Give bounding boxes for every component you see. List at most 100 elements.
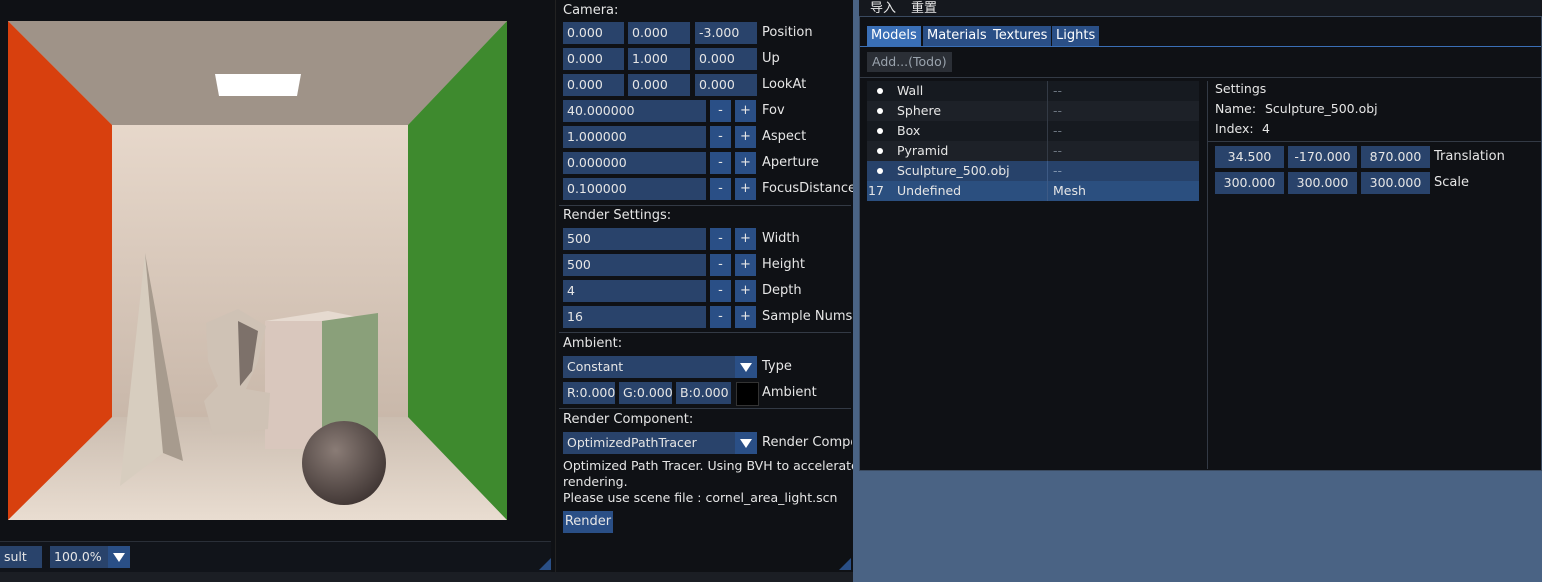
list-item[interactable]: Wall -- [867, 81, 1199, 101]
scene-window: Models Materials Textures Lights Add...(… [859, 16, 1542, 471]
ambient-color-swatch[interactable] [736, 382, 759, 406]
aspect-plus-button[interactable]: + [735, 126, 756, 148]
position-z-field[interactable]: -3.000 [695, 22, 757, 44]
bullet-icon [877, 128, 883, 134]
resize-grip-icon[interactable] [839, 558, 851, 570]
width-field[interactable]: 500 [563, 228, 706, 250]
render-component-select[interactable]: OptimizedPathTracer [563, 432, 735, 454]
lookat-x-field[interactable]: 0.000 [563, 74, 624, 96]
scale-z-field[interactable]: 300.000 [1361, 172, 1430, 194]
name-value: Sculpture_500.obj [1265, 101, 1378, 116]
position-x-field[interactable]: 0.000 [563, 22, 624, 44]
depth-field[interactable]: 4 [563, 280, 706, 302]
ambient-type-label: Type [762, 359, 792, 374]
lookat-z-field[interactable]: 0.000 [695, 74, 757, 96]
model-name: Box [897, 123, 921, 138]
aspect-field[interactable]: 1.000000 [563, 126, 706, 148]
list-item[interactable]: Sphere -- [867, 101, 1199, 121]
resize-grip-icon[interactable] [539, 558, 551, 570]
ambient-g-field[interactable]: G:0.000 [619, 382, 672, 404]
display-mode-field[interactable]: sult [0, 546, 42, 568]
width-minus-button[interactable]: - [710, 228, 731, 250]
aperture-plus-button[interactable]: + [735, 152, 756, 174]
render-button[interactable]: Render [563, 511, 613, 533]
render-component-dropdown-button[interactable] [735, 432, 757, 454]
ambient-type-dropdown-button[interactable] [735, 356, 757, 378]
depth-plus-button[interactable]: + [735, 280, 756, 302]
chevron-down-icon [113, 553, 125, 562]
fov-label: Fov [762, 103, 785, 118]
focus-plus-button[interactable]: + [735, 178, 756, 200]
bullet-icon [877, 88, 883, 94]
zoom-dropdown-button[interactable] [108, 546, 130, 568]
model-type: -- [1053, 163, 1063, 178]
divider [1208, 141, 1541, 142]
bullet-icon [877, 108, 883, 114]
list-item[interactable]: Box -- [867, 121, 1199, 141]
focus-minus-button[interactable]: - [710, 178, 731, 200]
list-item-selected[interactable]: Sculpture_500.obj -- [867, 161, 1199, 181]
add-model-button[interactable]: Add...(Todo) [867, 52, 952, 72]
model-type: -- [1053, 143, 1063, 158]
model-index: 17 [868, 183, 884, 198]
render-result-image [8, 21, 507, 520]
scale-label: Scale [1434, 175, 1469, 190]
list-item[interactable]: 17 Undefined Mesh [867, 181, 1199, 201]
up-y-field[interactable]: 1.000 [628, 48, 690, 70]
render-settings-header: Render Settings: [563, 208, 672, 223]
reset-menu[interactable]: 重置 [911, 0, 937, 16]
translation-y-field[interactable]: -170.000 [1288, 146, 1357, 168]
translation-label: Translation [1434, 149, 1505, 164]
fov-field[interactable]: 40.000000 [563, 100, 706, 122]
zoom-field[interactable]: 100.0% [50, 546, 110, 568]
model-name: Undefined [897, 183, 962, 198]
lookat-y-field[interactable]: 0.000 [628, 74, 690, 96]
height-field[interactable]: 500 [563, 254, 706, 276]
ambient-b-field[interactable]: B:0.000 [676, 382, 731, 404]
fov-plus-button[interactable]: + [735, 100, 756, 122]
sample-plus-button[interactable]: + [735, 306, 756, 328]
tab-materials[interactable]: Materials [923, 26, 991, 46]
ambient-header: Ambient: [563, 336, 623, 351]
column-divider [1047, 101, 1048, 121]
translation-z-field[interactable]: 870.000 [1361, 146, 1430, 168]
height-minus-button[interactable]: - [710, 254, 731, 276]
tab-lights[interactable]: Lights [1052, 26, 1100, 46]
tab-textures[interactable]: Textures [989, 26, 1052, 46]
status-strip [0, 572, 853, 582]
up-z-field[interactable]: 0.000 [695, 48, 757, 70]
import-menu[interactable]: 导入 [870, 0, 896, 16]
width-plus-button[interactable]: + [735, 228, 756, 250]
tab-models[interactable]: Models [867, 26, 921, 46]
ambient-type-select[interactable]: Constant [563, 356, 735, 378]
list-item[interactable]: Pyramid -- [867, 141, 1199, 161]
camera-header: Camera: [563, 3, 619, 18]
aperture-minus-button[interactable]: - [710, 152, 731, 174]
focus-distance-field[interactable]: 0.100000 [563, 178, 706, 200]
aperture-field[interactable]: 0.000000 [563, 152, 706, 174]
description-line: Please use scene file : cornel_area_ligh… [563, 490, 838, 505]
aspect-label: Aspect [762, 129, 807, 144]
sample-minus-button[interactable]: - [710, 306, 731, 328]
model-type: -- [1053, 103, 1063, 118]
description-line: Optimized Path Tracer. Using BVH to acce… [563, 458, 859, 473]
column-divider [1047, 161, 1048, 181]
scale-y-field[interactable]: 300.000 [1288, 172, 1357, 194]
index-label: Index: [1215, 121, 1254, 136]
aspect-minus-button[interactable]: - [710, 126, 731, 148]
viewport-toolbar: sult 100.0% [0, 541, 551, 572]
pane-divider [1207, 81, 1208, 469]
depth-minus-button[interactable]: - [710, 280, 731, 302]
height-plus-button[interactable]: + [735, 254, 756, 276]
divider [860, 77, 1541, 78]
index-value: 4 [1262, 121, 1270, 136]
up-x-field[interactable]: 0.000 [563, 48, 624, 70]
ambient-r-field[interactable]: R:0.000 [563, 382, 615, 404]
translation-x-field[interactable]: 34.500 [1215, 146, 1284, 168]
fov-minus-button[interactable]: - [710, 100, 731, 122]
model-name: Pyramid [897, 143, 949, 158]
sample-nums-field[interactable]: 16 [563, 306, 706, 328]
scale-x-field[interactable]: 300.000 [1215, 172, 1284, 194]
position-y-field[interactable]: 0.000 [628, 22, 690, 44]
settings-panel: Camera: 0.000 0.000 -3.000 Position 0.00… [555, 0, 859, 572]
